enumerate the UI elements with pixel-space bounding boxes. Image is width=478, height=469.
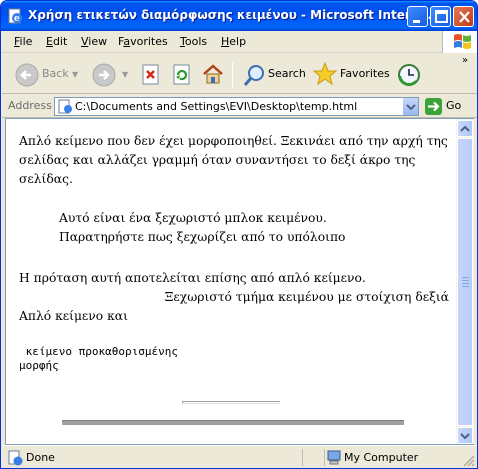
scroll-down-icon <box>460 433 470 440</box>
toolbar-separator <box>232 62 233 88</box>
minimize-icon <box>413 20 420 23</box>
windows-flag-icon <box>454 34 471 49</box>
menu-favorites-label: vorites <box>130 35 168 48</box>
blockquote: Αυτό είναι ένα ξεχωριστό μπλοκ κειμένου.… <box>59 209 439 247</box>
go-arrow-icon <box>425 98 442 115</box>
title-bar[interactable]: e Χρήση ετικετών διαμόρφωσης κειμένου - … <box>1 1 477 31</box>
search-button-label[interactable]: Search <box>268 67 306 80</box>
vertical-scrollbar[interactable] <box>456 118 474 445</box>
menu-edit-accel: E <box>46 35 53 48</box>
home-icon[interactable] <box>201 62 225 86</box>
menu-view[interactable]: View <box>81 35 107 48</box>
menu-edit-label: dit <box>52 35 68 48</box>
menu-bar: File Edit View Favorites Tools Help <box>2 31 477 53</box>
forward-arrow-icon[interactable] <box>91 62 117 88</box>
close-button[interactable] <box>453 6 474 27</box>
scroll-grip <box>462 286 469 287</box>
forward-dropdown-icon[interactable]: ▼ <box>122 70 128 79</box>
page-done-icon <box>8 450 23 466</box>
resize-grip-icon[interactable] <box>462 454 475 467</box>
ie-page-icon: e <box>8 8 22 24</box>
blockquote-line: Παρατηρήστε πως ξεχωρίζει από το υπόλοιπ… <box>59 230 346 244</box>
menu-tools-label: ools <box>184 35 208 48</box>
maximize-button[interactable] <box>430 6 451 27</box>
menu-help-label: elp <box>229 35 247 48</box>
back-button-label[interactable]: Back <box>42 67 69 80</box>
my-computer-icon <box>327 450 341 465</box>
toolbar-overflow-icon[interactable]: » <box>462 55 468 66</box>
page-content: Απλό κείμενο που δεν έχει μορφοποιηθεί. … <box>5 118 456 445</box>
horizontal-rule-short <box>182 401 280 404</box>
menu-tools[interactable]: Tools <box>180 35 207 48</box>
address-input[interactable]: C:\Documents and Settings\EVI\Desktop\te… <box>54 97 419 116</box>
menu-file-label: ile <box>19 35 33 48</box>
history-icon[interactable] <box>396 62 422 88</box>
preformatted-text: κείμενο προκαθορισμένης μορφής <box>19 345 178 372</box>
go-label: Go <box>446 99 462 112</box>
search-icon[interactable] <box>242 62 268 88</box>
maximize-icon <box>435 10 448 23</box>
favorites-button-label[interactable]: Favorites <box>340 67 390 80</box>
status-text: Done <box>26 451 55 464</box>
menu-favorites[interactable]: Favorites <box>118 35 168 48</box>
address-value: C:\Documents and Settings\EVI\Desktop\te… <box>75 100 358 113</box>
back-dropdown-icon[interactable]: ▼ <box>72 70 78 79</box>
menu-view-label: iew <box>88 35 108 48</box>
browser-window: e Χρήση ετικετών διαμόρφωσης κειμένου - … <box>0 0 478 469</box>
page-icon <box>58 99 72 114</box>
scroll-up-button[interactable] <box>457 120 473 137</box>
scroll-up-icon <box>460 125 470 132</box>
windows-logo <box>442 31 477 53</box>
menu-help[interactable]: Help <box>221 35 246 48</box>
scroll-grip <box>462 280 469 281</box>
chevron-down-icon <box>406 104 416 111</box>
svg-text:e: e <box>14 14 20 24</box>
paragraph-plain-2: Η πρόταση αυτή αποτελείται επίσης από απ… <box>19 271 366 285</box>
favorites-star-icon[interactable] <box>312 61 338 87</box>
paragraph-plain: Απλό κείμενο που δεν έχει μορφοποιηθεί. … <box>19 134 448 186</box>
paragraph-plain-3: Απλό κείμενο και <box>19 309 128 323</box>
back-arrow-icon[interactable] <box>14 62 40 88</box>
scroll-down-button[interactable] <box>457 427 473 444</box>
minimize-button[interactable] <box>407 6 428 27</box>
address-bar: Address C:\Documents and Settings\EVI\De… <box>2 95 477 118</box>
close-icon <box>459 11 470 23</box>
window-title: Χρήση ετικετών διαμόρφωσης κειμένου - Mi… <box>28 8 442 22</box>
scroll-thumb[interactable] <box>457 138 473 426</box>
status-pane <box>302 449 324 466</box>
menu-file[interactable]: File <box>14 35 32 48</box>
scroll-grip <box>462 283 469 284</box>
status-bar: Done My Computer <box>2 445 477 468</box>
horizontal-rule-thick <box>62 420 404 425</box>
blockquote-line: Αυτό είναι ένα ξεχωριστό μπλοκ κειμένου. <box>59 211 327 225</box>
right-aligned-text: Ξεχωριστό τμήμα κειμένου με στοίχιση δεξ… <box>164 290 449 304</box>
go-button[interactable]: Go <box>424 97 474 116</box>
security-zone-label: My Computer <box>344 451 419 464</box>
refresh-icon[interactable] <box>172 64 192 86</box>
menu-edit[interactable]: Edit <box>46 35 67 48</box>
scroll-grip <box>462 277 469 278</box>
address-dropdown-button[interactable] <box>402 98 418 115</box>
toolbar: Back ▼ ▼ Search Favorites <box>2 54 477 94</box>
address-label: Address <box>8 99 52 112</box>
stop-icon[interactable] <box>141 64 161 86</box>
